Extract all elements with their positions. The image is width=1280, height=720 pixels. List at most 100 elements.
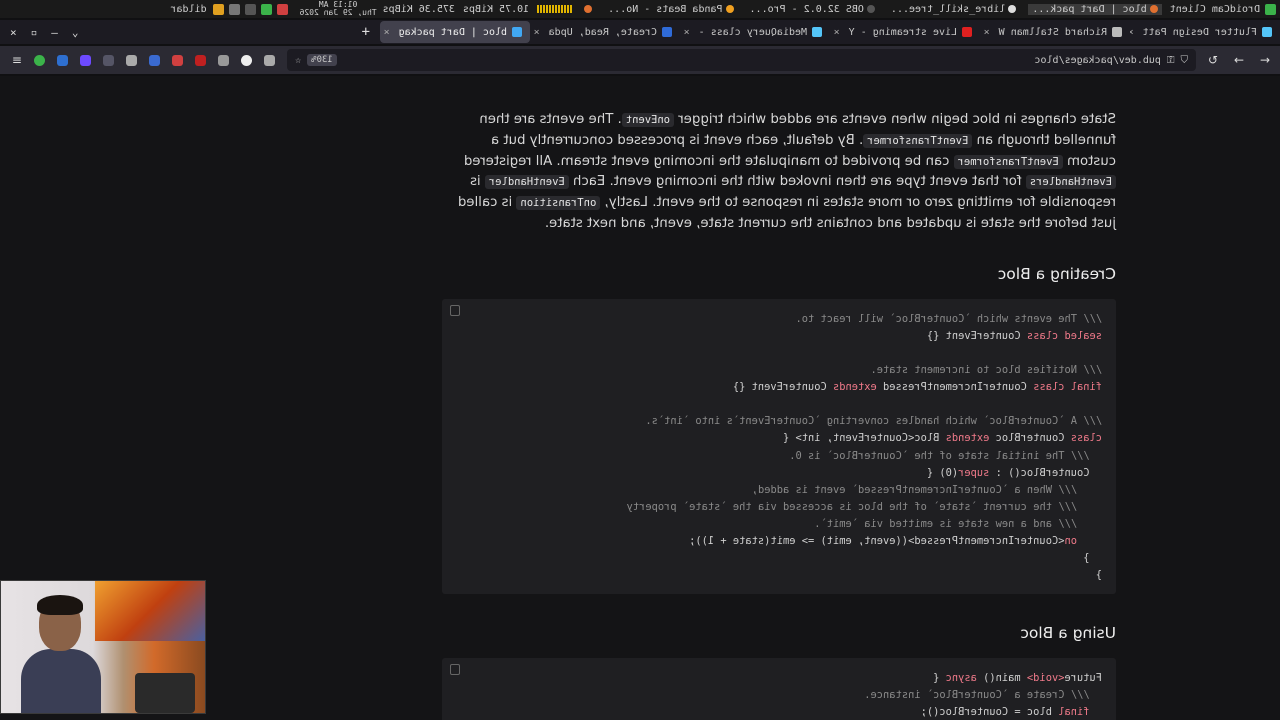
net-down: 375.36 KiBps: [382, 3, 455, 15]
copy-icon[interactable]: [450, 664, 460, 676]
screenshot-icon[interactable]: [264, 54, 276, 66]
wall-poster: [95, 581, 205, 641]
tab-label: Richard Stallman W: [998, 26, 1107, 38]
webcam-overlay: [0, 580, 206, 714]
code-token: CounterBloc: [989, 432, 1071, 445]
code-line: /// Create a `CounterBloc` instance.: [456, 687, 1102, 704]
close-icon[interactable]: ×: [384, 27, 390, 38]
obs-icon: [866, 5, 875, 13]
bitwarden-icon[interactable]: [149, 54, 161, 66]
tab-strip: Flutter Design Patt × Richard Stallman W…: [0, 20, 1280, 44]
status-icons: [212, 3, 292, 15]
cpu-graph: [537, 5, 573, 13]
volume-icon[interactable]: [276, 3, 288, 15]
forward-arrow-icon[interactable]: →: [1228, 49, 1250, 71]
code-token: sealed class: [1026, 329, 1102, 342]
tab-create-read-update[interactable]: Create, Read, Upda ×: [530, 21, 680, 43]
heading-creating-a-bloc: Creating a Bloc: [997, 264, 1116, 283]
dark-reader-icon[interactable]: [103, 54, 115, 66]
zoom-level[interactable]: 130%: [307, 54, 337, 66]
youtube-icon: [962, 27, 972, 37]
code-token: CounterBloc() :: [989, 466, 1102, 479]
clock-date: Thu, 29 Jan 2026: [299, 8, 377, 17]
vlc-icon: [725, 5, 734, 13]
code-token: extends: [832, 381, 877, 394]
close-icon[interactable]: ×: [534, 27, 540, 38]
chevron-down-icon[interactable]: ⌄: [72, 26, 79, 39]
copy-icon[interactable]: [450, 304, 460, 316]
tab-label: bloc | Dart packag: [398, 26, 507, 38]
bookmark-star-icon[interactable]: ☆: [295, 55, 301, 66]
extensions-icon[interactable]: [218, 54, 230, 66]
code-token: extends: [945, 432, 990, 445]
battery-icon[interactable]: [260, 3, 272, 15]
code-token: /// Notifies bloc to increment state.: [870, 364, 1102, 377]
status-dot-icon[interactable]: [34, 54, 46, 66]
bluetooth-icon[interactable]: [244, 3, 256, 15]
translate-icon[interactable]: [172, 54, 184, 66]
presenter: [21, 595, 101, 713]
window-droidcam[interactable]: DroidCam Client: [1170, 4, 1260, 15]
close-window-icon[interactable]: ×: [10, 26, 17, 39]
droidcam-icon[interactable]: [1265, 3, 1276, 15]
close-icon[interactable]: ×: [684, 27, 690, 38]
clock[interactable]: 01:13 AM Thu, 29 Jan 2026: [299, 0, 377, 17]
shield-ext-icon[interactable]: [57, 54, 69, 66]
lock-icon[interactable]: ⚿: [1167, 55, 1175, 66]
maximize-icon[interactable]: ▫: [31, 26, 38, 39]
reload-icon[interactable]: ↻: [1202, 49, 1224, 71]
url-text[interactable]: pub.dev/packages/bloc: [1034, 55, 1160, 66]
tab-mediaquery[interactable]: MediaQuery class - ×: [680, 21, 830, 43]
code-token: /// A `CounterBloc` which handles conver…: [645, 415, 1102, 428]
code-line: /// Notifies bloc to increment state.: [456, 362, 1102, 379]
firefox-icon: [584, 5, 593, 13]
window-title: libre_skill_tree...: [890, 3, 1006, 15]
github-icon[interactable]: [241, 54, 253, 66]
github-icon: [1008, 5, 1017, 13]
ublock-icon[interactable]: [195, 54, 207, 66]
code-token: CounterIncrementPressed: [876, 381, 1034, 394]
new-tab-button[interactable]: +: [352, 24, 380, 40]
code-token: /// When a `CounterIncrementPressed` eve…: [751, 483, 1102, 496]
tab-flutter-design-patterns[interactable]: Flutter Design Patt ×: [1130, 21, 1280, 43]
taskbar-window-firefox[interactable]: [580, 5, 596, 13]
menu-icon[interactable]: ≡: [12, 53, 22, 67]
close-icon[interactable]: ×: [984, 27, 990, 38]
shield-icon[interactable]: ⛉: [1181, 55, 1189, 66]
tab-live-streaming[interactable]: Live streaming - Y ×: [830, 21, 980, 43]
code-block-using: Future<void> main() async { /// Create a…: [442, 658, 1116, 720]
code-line: /// the current `state` of the bloc is a…: [456, 499, 1102, 516]
tab-richard-stallman[interactable]: Richard Stallman W ×: [980, 21, 1130, 43]
incognito-icon[interactable]: [126, 54, 138, 66]
code-line: final bloc = CounterBloc();: [456, 704, 1102, 720]
firefox-icon: [1149, 5, 1158, 13]
close-icon[interactable]: ×: [834, 27, 840, 38]
notification-icon[interactable]: [212, 3, 224, 15]
code-token: <void>: [1026, 672, 1065, 685]
url-bar[interactable]: ⛉ ⚿ pub.dev/packages/bloc 130% ☆: [287, 49, 1196, 71]
inline-code: EventHandler: [484, 175, 569, 190]
taskbar-window-obs[interactable]: OBS 32.0.2 - Pro...: [746, 4, 879, 15]
code-token: /// Create a `CounterBloc` instance.: [864, 689, 1102, 702]
proton-icon[interactable]: [80, 54, 92, 66]
code-token: class: [1070, 432, 1102, 445]
intro-paragraph: State changes in bloc begin when events …: [457, 112, 1116, 231]
taskbar-window-libre[interactable]: libre_skill_tree...: [887, 4, 1020, 15]
minimize-icon[interactable]: –: [51, 26, 58, 39]
tab-bloc-dart-package[interactable]: bloc | Dart packag ×: [380, 21, 530, 43]
window-controls: ⌄ – ▫ ×: [0, 26, 89, 39]
chair: [135, 673, 195, 713]
taskbar-window-bloc[interactable]: bloc | Dart pack...: [1028, 3, 1162, 15]
code-line: final class CounterIncrementPressed exte…: [456, 379, 1102, 396]
code-token: Bloc<CounterEvent, int> {: [782, 432, 946, 445]
back-arrow-icon[interactable]: ←: [1254, 49, 1276, 71]
close-icon[interactable]: ×: [1130, 27, 1134, 38]
inline-code: onTransition: [516, 196, 601, 211]
taskbar-window-panda[interactable]: Panda Beats - No...: [604, 4, 737, 15]
site-icon: [662, 27, 672, 37]
settings-icon[interactable]: [228, 3, 240, 15]
code-token: CounterEvent {}: [732, 381, 833, 394]
code-token: async: [945, 672, 977, 685]
